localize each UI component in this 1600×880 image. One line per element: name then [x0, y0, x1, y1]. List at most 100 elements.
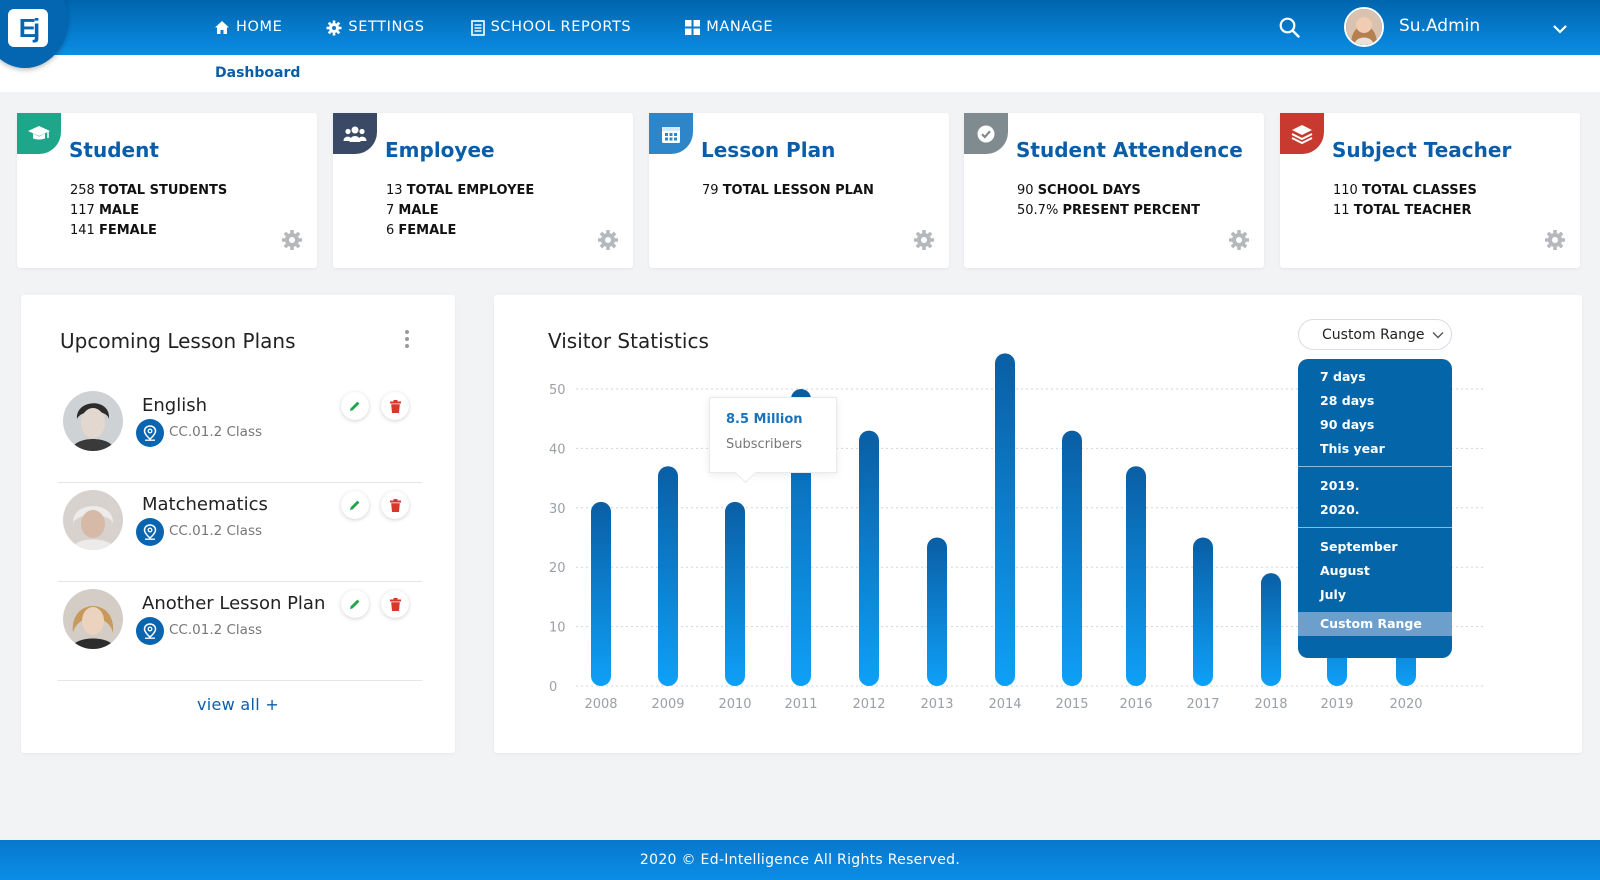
stat-value: 141	[70, 223, 95, 238]
card-settings-button[interactable]	[597, 229, 619, 255]
stat-value: 50.7%	[1017, 203, 1059, 218]
bar-2017	[1193, 537, 1213, 686]
y-tick-label: 10	[549, 621, 566, 636]
stat-value: 13	[386, 183, 403, 198]
range-option-july[interactable]: July	[1298, 583, 1452, 607]
range-select[interactable]: Custom Range	[1298, 319, 1452, 350]
card-settings-button[interactable]	[1228, 229, 1250, 255]
delete-button[interactable]	[381, 590, 409, 618]
stat-line: 11 TOTAL TEACHER	[1333, 201, 1477, 221]
user-name[interactable]: Su.Admin	[1399, 18, 1480, 35]
gear-icon	[1229, 230, 1249, 250]
delete-button[interactable]	[381, 392, 409, 420]
user-avatar[interactable]	[1344, 7, 1384, 47]
stat-line: 117 MALE	[70, 201, 227, 221]
bar-2013	[927, 537, 947, 686]
nav-home-label: HOME	[236, 19, 283, 36]
lesson-avatar	[63, 391, 123, 451]
card-title: Employee	[385, 138, 495, 162]
card-settings-button[interactable]	[913, 229, 935, 255]
card-student[interactable]: Student 258 TOTAL STUDENTS 117 MALE 141 …	[17, 113, 317, 268]
range-option-2020[interactable]: 2020.	[1298, 498, 1452, 522]
upcoming-lesson-plans-panel: Upcoming Lesson Plans English CC.01.2 Cl…	[21, 295, 455, 753]
trash-icon	[389, 498, 401, 512]
stat-value: 79	[702, 183, 719, 198]
edit-button[interactable]	[341, 392, 369, 420]
nav-manage[interactable]: MANAGE	[685, 20, 773, 35]
stat-label: TOTAL TEACHER	[1353, 203, 1472, 218]
gear-icon	[914, 230, 934, 250]
card-stats: 90 SCHOOL DAYS 50.7% PRESENT PERCENT	[1017, 181, 1200, 221]
edit-button[interactable]	[341, 590, 369, 618]
trash-icon	[389, 597, 401, 611]
footer-copyright: 2020 © Ed-Intelligence All Rights Reserv…	[639, 852, 961, 868]
gear-icon	[1545, 230, 1565, 250]
range-option-august[interactable]: August	[1298, 559, 1452, 583]
card-student-attendence[interactable]: Student Attendence 90 SCHOOL DAYS 50.7% …	[964, 113, 1264, 268]
stat-value: 258	[70, 183, 95, 198]
stat-line: 50.7% PRESENT PERCENT	[1017, 201, 1200, 221]
stat-label: FEMALE	[98, 223, 157, 238]
view-all-link[interactable]: view all +	[21, 697, 455, 713]
bar-2010	[725, 501, 745, 686]
y-tick-label: 50	[549, 383, 566, 398]
gear-icon	[598, 230, 618, 250]
stat-line: 79 TOTAL LESSON PLAN	[702, 181, 874, 201]
nav-home[interactable]: HOME	[214, 20, 282, 35]
location-pin-icon	[143, 623, 157, 639]
user-menu-toggle[interactable]	[1552, 20, 1568, 39]
tooltip-label: Subscribers	[726, 437, 802, 452]
nav-school-reports[interactable]: SCHOOL REPORTS	[470, 19, 632, 36]
edit-button[interactable]	[341, 491, 369, 519]
lesson-plan-item[interactable]: Another Lesson Plan CC.01.2 Class	[58, 581, 422, 681]
card-settings-button[interactable]	[1544, 229, 1566, 255]
range-option-28-days[interactable]: 28 days	[1298, 389, 1452, 413]
stat-label: TOTAL CLASSES	[1361, 183, 1477, 198]
x-tick-label: 2011	[784, 697, 817, 712]
bar-2016	[1126, 466, 1146, 686]
pencil-icon	[350, 401, 360, 411]
lesson-plan-item[interactable]: English CC.01.2 Class	[58, 383, 422, 483]
nav-settings[interactable]: SETTINGS	[326, 20, 424, 36]
x-tick-label: 2012	[852, 697, 885, 712]
stat-line: 13 TOTAL EMPLOYEE	[386, 181, 534, 201]
range-option-2019[interactable]: 2019.	[1298, 474, 1452, 498]
card-icon-badge	[964, 113, 1008, 154]
panel-menu-button[interactable]	[401, 329, 413, 349]
delete-button[interactable]	[381, 491, 409, 519]
panel-title: Upcoming Lesson Plans	[60, 329, 296, 353]
report-icon	[470, 19, 485, 36]
range-option-september[interactable]: September	[1298, 535, 1452, 559]
bar-2012	[859, 430, 879, 686]
check-badge-icon	[977, 125, 995, 142]
lesson-plan-item[interactable]: Matchematics CC.01.2 Class	[58, 482, 422, 582]
card-stats: 258 TOTAL STUDENTS 117 MALE 141 FEMALE	[70, 181, 227, 241]
x-tick-label: 2013	[920, 697, 953, 712]
search-button[interactable]	[1279, 17, 1300, 42]
chevron-down-icon	[1432, 331, 1444, 338]
range-option-this-year[interactable]: This year	[1298, 437, 1452, 461]
card-icon-badge	[649, 113, 693, 154]
home-icon	[215, 21, 229, 34]
footer: 2020 © Ed-Intelligence All Rights Reserv…	[0, 840, 1600, 880]
card-employee[interactable]: Employee 13 TOTAL EMPLOYEE 7 MALE 6 FEMA…	[333, 113, 633, 268]
chart-tooltip: 8.5 Million Subscribers	[709, 397, 837, 473]
range-option-7-days[interactable]: 7 days	[1298, 365, 1452, 389]
lesson-name: Another Lesson Plan	[142, 593, 326, 614]
card-icon-badge	[333, 113, 377, 154]
main-nav: HOME SETTINGS SCHOOL REPORTS MANAGE	[214, 0, 773, 55]
card-settings-button[interactable]	[281, 229, 303, 255]
stat-value: 6	[386, 223, 395, 238]
card-subject-teacher[interactable]: Subject Teacher 110 TOTAL CLASSES 11 TOT…	[1280, 113, 1580, 268]
search-icon	[1279, 17, 1300, 38]
bar-2014	[995, 353, 1015, 686]
card-title: Lesson Plan	[701, 138, 836, 162]
breadcrumb-dashboard[interactable]: Dashboard	[215, 66, 300, 80]
x-tick-label: 2017	[1186, 697, 1219, 712]
card-lesson-plan[interactable]: Lesson Plan 79 TOTAL LESSON PLAN	[649, 113, 949, 268]
stat-line: 6 FEMALE	[386, 221, 534, 241]
logo-mark: Ej	[8, 9, 48, 47]
range-option-custom-range[interactable]: Custom Range	[1298, 612, 1452, 636]
bar-2008	[591, 501, 611, 686]
range-option-90-days[interactable]: 90 days	[1298, 413, 1452, 437]
